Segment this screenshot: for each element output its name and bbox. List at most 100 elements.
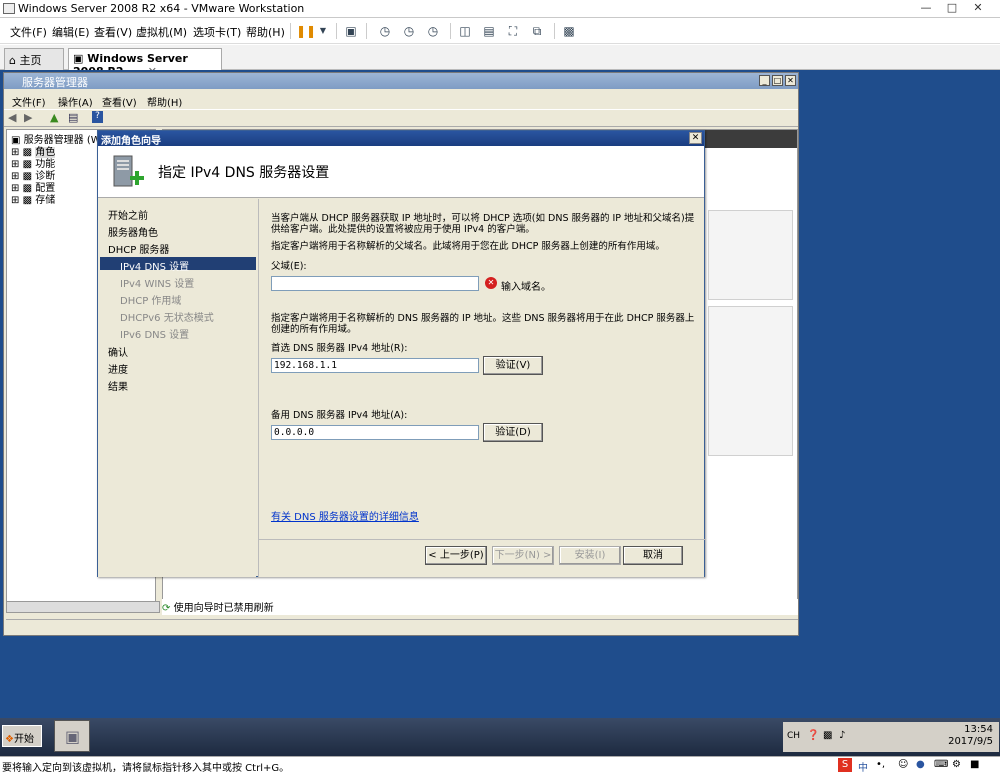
- back-button[interactable]: < 上一步(P): [425, 546, 487, 565]
- parent-domain-input[interactable]: [271, 276, 479, 291]
- snapshot-manager-icon[interactable]: ◷: [424, 22, 442, 40]
- nav-item-progress[interactable]: 进度: [108, 361, 128, 376]
- menu-edit[interactable]: 编辑(E): [52, 24, 90, 40]
- refresh-status-text: 使用向导时已禁用刷新: [173, 603, 274, 614]
- host-status-text: 要将输入定向到该虚拟机，请将鼠标指针移入其中或按 Ctrl+G。: [2, 763, 290, 774]
- wizard-nav: 开始之前 服务器角色 DHCP 服务器 IPv4 DNS 设置 IPv4 WIN…: [98, 199, 256, 577]
- toolbar-separator: [450, 23, 451, 39]
- ime-chinese-icon[interactable]: 中: [858, 759, 868, 774]
- close-button[interactable]: ✕: [785, 75, 796, 86]
- sm-menu-file[interactable]: 文件(F): [12, 94, 46, 109]
- nav-item-ipv4-dns[interactable]: IPv4 DNS 设置: [120, 258, 189, 273]
- help-icon[interactable]: ?: [92, 111, 103, 123]
- chevron-down-icon[interactable]: ▼: [314, 22, 332, 40]
- unity-icon[interactable]: ⧉: [528, 22, 546, 40]
- server-manager-icon: ▣: [65, 727, 81, 746]
- refresh-status: ⟳ 使用向导时已禁用刷新: [162, 599, 798, 615]
- menu-file[interactable]: 文件(F): [10, 24, 47, 40]
- refresh-icon: ⟳: [162, 603, 171, 614]
- ime-punctuation-icon[interactable]: •,: [876, 759, 885, 770]
- minimize-button[interactable]: _: [759, 75, 770, 86]
- console-tree-icon[interactable]: ▤: [68, 111, 78, 124]
- validate-alternate-button[interactable]: 验证(D): [483, 423, 543, 442]
- details-section: [708, 210, 793, 300]
- nav-item-server-roles[interactable]: 服务器角色: [108, 224, 158, 239]
- forward-arrow-icon[interactable]: ▶: [24, 111, 32, 124]
- menu-view[interactable]: 查看(V): [94, 24, 132, 40]
- network-icon[interactable]: ▩: [823, 730, 832, 741]
- maximize-button[interactable]: □: [772, 75, 783, 86]
- maximize-button[interactable]: □: [942, 2, 962, 15]
- sm-menu-view[interactable]: 查看(V): [102, 94, 137, 109]
- alternate-dns-input[interactable]: 0.0.0.0: [271, 425, 479, 440]
- tab-home-label: 主页: [19, 54, 42, 67]
- menu-vm[interactable]: 虚拟机(M): [136, 24, 187, 40]
- microphone-icon[interactable]: ●: [916, 759, 925, 770]
- language-indicator[interactable]: CH: [787, 731, 800, 741]
- wizard-heading: 指定 IPv4 DNS 服务器设置: [158, 165, 330, 181]
- nav-item-before-you-begin[interactable]: 开始之前: [108, 207, 148, 222]
- server-manager-menubar: 文件(F) 操作(A) 查看(V) 帮助(H): [4, 91, 798, 109]
- help-icon[interactable]: ❓: [807, 730, 819, 741]
- intro-text: 当客户端从 DHCP 服务器获取 IP 地址时，可以将 DHCP 选项(如 DN…: [271, 213, 695, 235]
- next-button[interactable]: 下一步(N) >: [492, 546, 554, 565]
- tab-vm[interactable]: ▣ Windows Server 2008 R2 ... ✕: [68, 48, 222, 78]
- back-arrow-icon[interactable]: ◀: [8, 111, 16, 124]
- vmware-app-icon: [3, 3, 15, 14]
- nav-item-results[interactable]: 结果: [108, 378, 128, 393]
- thumbnail-icon[interactable]: ▤: [480, 22, 498, 40]
- vmware-menubar: 文件(F) 编辑(E) 查看(V) 虚拟机(M) 选项卡(T) 帮助(H) ❚❚…: [0, 18, 1000, 44]
- settings-icon[interactable]: ⚙: [952, 759, 961, 770]
- nav-item-confirmation[interactable]: 确认: [108, 344, 128, 359]
- wizard-close-button[interactable]: ✕: [689, 132, 702, 144]
- revert-snapshot-icon[interactable]: ◷: [400, 22, 418, 40]
- close-button[interactable]: ✕: [968, 2, 988, 15]
- sidebar-toggle-icon[interactable]: ◫: [456, 22, 474, 40]
- error-icon: ✕: [485, 277, 497, 289]
- guest-taskbar: ❖开始 ▣ CH ❓ ▩ ♪ 13:54 2017/9/5: [0, 718, 1000, 756]
- ime-emoji-icon[interactable]: ☺: [898, 759, 908, 770]
- send-ctrl-alt-del-icon[interactable]: ▣: [342, 22, 360, 40]
- tree-item-storage[interactable]: ⊞ ▩ 存储: [11, 191, 55, 206]
- parent-domain-label: 父域(E):: [271, 261, 307, 272]
- menu-tabs[interactable]: 选项卡(T): [193, 24, 241, 40]
- sm-menu-help[interactable]: 帮助(H): [147, 94, 182, 109]
- toolbar-separator: [554, 23, 555, 39]
- nav-item-dhcpv6-stateless[interactable]: DHCPv6 无状态模式: [120, 309, 214, 324]
- clock-time: 13:54: [964, 724, 993, 735]
- nav-item-ipv6-dns[interactable]: IPv6 DNS 设置: [120, 326, 189, 341]
- nav-item-dhcp-scopes[interactable]: DHCP 作用域: [120, 292, 181, 307]
- start-label: 开始: [13, 734, 34, 745]
- minimize-button[interactable]: —: [916, 2, 936, 15]
- preferred-dns-input[interactable]: 192.168.1.1: [271, 358, 479, 373]
- tab-home[interactable]: ⌂ 主页 ✕: [4, 48, 64, 81]
- taskbar-server-manager[interactable]: ▣: [54, 720, 90, 752]
- skin-icon[interactable]: ■: [970, 759, 979, 770]
- cancel-button[interactable]: 取消: [623, 546, 683, 565]
- console-view-icon[interactable]: ▩: [560, 22, 578, 40]
- toolbar-separator: [290, 23, 291, 39]
- wizard-title: 添加角色向导: [98, 131, 704, 147]
- menu-help[interactable]: 帮助(H): [246, 24, 285, 40]
- keyboard-icon[interactable]: ⌨: [934, 759, 948, 770]
- clock[interactable]: 13:54 2017/9/5: [933, 724, 993, 748]
- fullscreen-icon[interactable]: ⛶: [504, 22, 522, 40]
- snapshot-icon[interactable]: ◷: [376, 22, 394, 40]
- start-button[interactable]: ❖开始: [2, 725, 42, 747]
- folder-up-icon[interactable]: ▲: [50, 111, 58, 124]
- parent-domain-description: 指定客户端将用于名称解析的父域名。此域将用于您在此 DHCP 服务器上创建的所有…: [271, 241, 665, 252]
- tree-scrollbar[interactable]: [6, 601, 160, 613]
- sm-menu-action[interactable]: 操作(A): [58, 94, 93, 109]
- windows-logo-icon: ❖: [5, 734, 14, 745]
- server-role-icon: [113, 155, 144, 187]
- validate-preferred-button[interactable]: 验证(V): [483, 356, 543, 375]
- input-method-icon[interactable]: S: [838, 758, 852, 772]
- pause-icon[interactable]: ❚❚: [296, 22, 316, 40]
- nav-item-dhcp-server[interactable]: DHCP 服务器: [108, 241, 169, 256]
- nav-item-ipv4-wins[interactable]: IPv4 WINS 设置: [120, 275, 194, 290]
- install-button[interactable]: 安装(I): [559, 546, 621, 565]
- vm-icon: ▣: [73, 52, 84, 65]
- clock-date: 2017/9/5: [948, 736, 993, 747]
- volume-icon[interactable]: ♪: [839, 730, 845, 741]
- more-info-link[interactable]: 有关 DNS 服务器设置的详细信息: [271, 508, 419, 523]
